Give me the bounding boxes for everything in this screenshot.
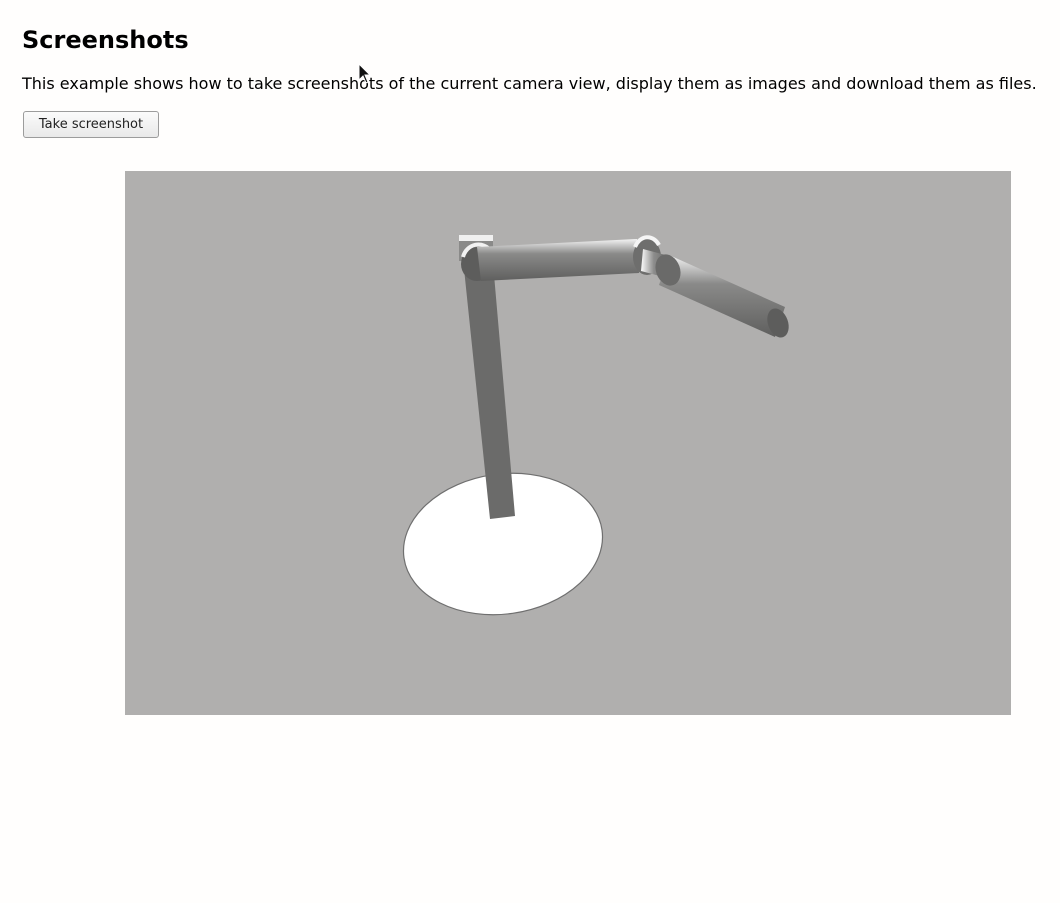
take-screenshot-button[interactable]: Take screenshot: [23, 111, 159, 138]
page-title: Screenshots: [22, 26, 189, 54]
3d-viewport-canvas[interactable]: [125, 171, 1011, 715]
page-description: This example shows how to take screensho…: [22, 74, 1037, 93]
robot-arm-scene: [402, 235, 789, 616]
page: Screenshots This example shows how to ta…: [0, 0, 1060, 903]
robot-upper-arm: [477, 239, 639, 281]
